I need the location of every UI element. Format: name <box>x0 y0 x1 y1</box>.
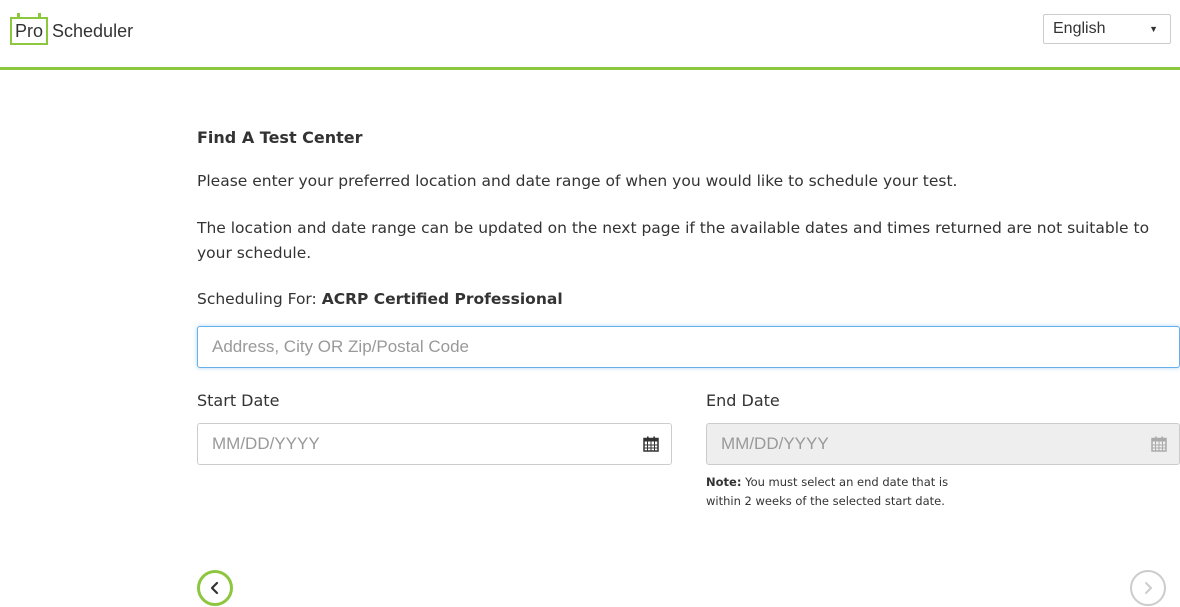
scheduling-for-value: ACRP Certified Professional <box>321 290 563 308</box>
next-button[interactable] <box>1130 570 1166 606</box>
info-text: The location and date range can be updat… <box>197 219 1150 262</box>
chevron-left-icon <box>210 581 219 595</box>
start-date-label: Start Date <box>197 391 280 410</box>
calendar-icon[interactable] <box>643 436 659 452</box>
logo-pro: Pro <box>10 13 49 45</box>
end-date-field[interactable] <box>706 423 1180 465</box>
end-date-label: End Date <box>706 391 780 410</box>
scheduling-for-label: Scheduling For: <box>197 290 317 308</box>
intro-text: Please enter your preferred location and… <box>197 172 958 190</box>
logo[interactable]: Pro Scheduler <box>10 13 134 46</box>
previous-button[interactable] <box>197 570 233 606</box>
start-date-field[interactable] <box>197 423 672 465</box>
chevron-right-icon <box>1145 582 1152 594</box>
language-select[interactable]: English ▼ <box>1043 14 1171 44</box>
end-date-note: Note: You must select an end date that i… <box>706 473 976 511</box>
address-input[interactable] <box>197 326 1180 368</box>
logo-scheduler: Scheduler <box>52 20 134 41</box>
header: Pro Scheduler English ▼ <box>0 0 1180 70</box>
note-label: Note: <box>706 475 742 489</box>
page-title: Find A Test Center <box>197 128 363 147</box>
language-selected-value: English <box>1053 20 1106 37</box>
end-date-input[interactable] <box>707 424 1179 464</box>
note-text: You must select an end date that is with… <box>706 475 949 508</box>
calendar-icon[interactable] <box>1151 436 1167 452</box>
start-date-input[interactable] <box>198 424 671 464</box>
scheduling-for: Scheduling For: ACRP Certified Professio… <box>197 290 563 308</box>
caret-down-icon: ▼ <box>1149 24 1158 34</box>
